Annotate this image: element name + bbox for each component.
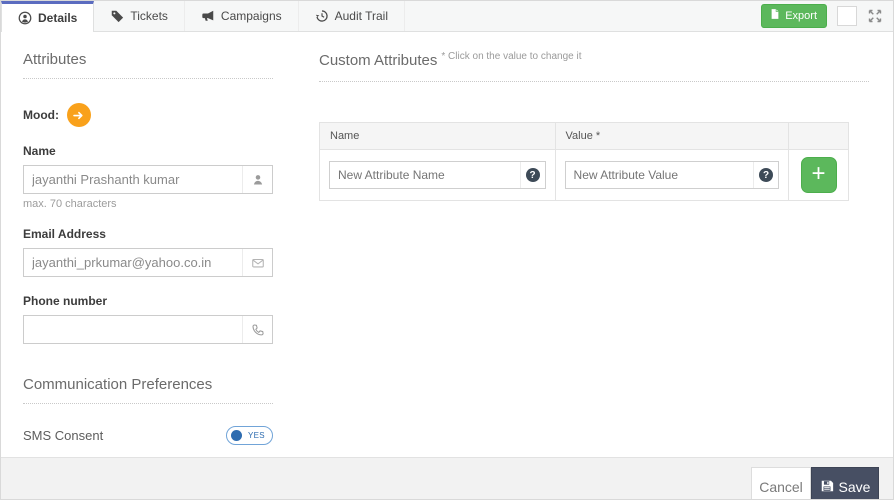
new-attribute-value-cell: ? <box>554 149 790 201</box>
envelope-icon <box>242 249 272 276</box>
sms-consent-row: SMS Consent YES <box>23 426 273 445</box>
custom-attributes-heading: Custom Attributes <box>319 52 438 69</box>
custom-attributes-heading-row: Custom Attributes * Click on the value to… <box>319 51 869 82</box>
name-label: Name <box>23 144 56 158</box>
phone-icon <box>242 316 272 343</box>
contact-details-page: Details Tickets Campaigns Audit Trail Ex… <box>0 0 894 500</box>
history-icon <box>315 9 329 23</box>
mood-arrow-icon[interactable] <box>66 103 91 127</box>
tab-audit-trail[interactable]: Audit Trail <box>299 1 405 31</box>
tab-label: Campaigns <box>220 9 282 23</box>
custom-attributes-note: * Click on the value to change it <box>441 51 582 62</box>
toggle-dot <box>231 430 242 441</box>
tab-label: Details <box>38 11 78 25</box>
sms-consent-label: SMS Consent <box>23 428 104 443</box>
export-button[interactable]: Export <box>761 4 827 28</box>
tab-campaigns[interactable]: Campaigns <box>185 1 299 31</box>
tab-details[interactable]: Details <box>1 1 95 32</box>
email-label: Email Address <box>23 227 106 241</box>
toggle-state: YES <box>248 431 265 440</box>
new-attribute-value-wrap: ? <box>564 161 780 189</box>
person-circle-icon <box>18 11 32 25</box>
help-icon-wrap: ? <box>753 162 778 188</box>
custom-attributes-table: Name Value * ? <box>319 122 849 201</box>
question-icon[interactable]: ? <box>759 168 774 182</box>
name-input[interactable] <box>24 166 242 193</box>
name-hint: max. 70 characters <box>23 198 117 210</box>
email-input[interactable] <box>24 249 242 276</box>
attributes-heading: Attributes <box>23 51 273 79</box>
phone-input[interactable] <box>24 316 242 343</box>
save-button[interactable]: Save <box>811 467 879 499</box>
tab-label: Audit Trail <box>334 9 388 23</box>
add-attribute-cell: + <box>788 149 849 201</box>
new-attribute-row: ? ? + <box>319 149 849 201</box>
sms-consent-toggle[interactable]: YES <box>226 426 273 445</box>
table-header-row: Name Value * <box>319 122 849 150</box>
fullscreen-icon[interactable] <box>867 8 883 24</box>
tag-icon <box>110 9 124 23</box>
cancel-button[interactable]: Cancel <box>751 467 811 499</box>
column-header-name: Name <box>319 122 556 150</box>
custom-attributes-panel: Custom Attributes * Click on the value to… <box>319 51 869 486</box>
tab-label: Tickets <box>130 9 168 23</box>
footer-buttons: Cancel Save <box>751 467 879 499</box>
person-icon <box>242 166 272 193</box>
new-attribute-name-input[interactable] <box>330 162 520 188</box>
phone-field-wrap <box>23 315 273 344</box>
add-attribute-button[interactable]: + <box>800 157 837 193</box>
window-button[interactable] <box>837 6 857 26</box>
name-field-wrap <box>23 165 273 194</box>
communication-heading: Communication Preferences <box>23 376 273 404</box>
phone-label: Phone number <box>23 294 108 308</box>
export-label: Export <box>785 9 817 22</box>
new-attribute-value-input[interactable] <box>565 162 754 188</box>
tab-bar: Details Tickets Campaigns Audit Trail Ex… <box>1 1 893 32</box>
attributes-panel: Attributes Mood: Name max. 70 characters… <box>23 51 273 486</box>
tab-tickets[interactable]: Tickets <box>94 1 185 31</box>
save-label: Save <box>838 479 871 495</box>
column-header-value: Value * <box>554 122 790 150</box>
footer-bar: Cancel Save <box>1 457 893 499</box>
email-field-wrap <box>23 248 273 277</box>
new-attribute-name-wrap: ? <box>329 161 546 189</box>
question-icon[interactable]: ? <box>525 168 540 182</box>
tab-bar-actions: Export <box>761 1 893 31</box>
document-icon <box>769 8 781 23</box>
mood-label: Mood: <box>23 108 59 122</box>
save-floppy-icon <box>820 479 834 496</box>
new-attribute-name-cell: ? <box>319 149 556 201</box>
main-content: Attributes Mood: Name max. 70 characters… <box>1 32 893 486</box>
column-header-action <box>788 122 849 150</box>
megaphone-icon <box>201 9 215 23</box>
mood-row: Mood: <box>23 103 273 127</box>
help-icon-wrap: ? <box>519 162 545 188</box>
